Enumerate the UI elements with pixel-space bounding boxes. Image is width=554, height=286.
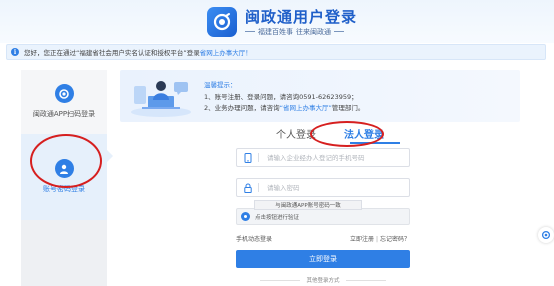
other-login-methods: 其他登录方式 (236, 276, 410, 284)
form-links: 手机动态登录 立即注册 | 忘记密码？ (236, 234, 410, 243)
active-indicator (107, 150, 113, 162)
forgot-password-link[interactable]: 忘记密码？ (380, 236, 410, 243)
phone-input[interactable] (267, 153, 407, 162)
login-button[interactable]: 立即登录 (236, 250, 410, 268)
mobile-phone-icon (243, 152, 253, 163)
register-link[interactable]: 立即注册 (350, 236, 374, 243)
password-tooltip: 与闽政通APP账号密码一致 (254, 200, 362, 210)
tips-line: 2、业务办理问题，请咨询“省网上办事大厅”管理部门。 (204, 104, 365, 112)
sidebar-item-password[interactable]: 账号密码登录 (21, 134, 107, 220)
notice-bar: i 您好，您正在通过“福建省社会用户实名认证和授权平台”登录 省网上办事大厅！ (6, 44, 546, 60)
notice-link[interactable]: 省网上办事大厅！ (200, 47, 252, 57)
site-logo: 闽政通用户登录 福建百姓事 往来闽政通 (207, 7, 357, 37)
lock-icon (243, 183, 253, 193)
tab-legal-login[interactable]: 法人登录 (344, 126, 384, 141)
password-field[interactable] (236, 178, 410, 197)
user-icon (54, 159, 74, 178)
float-service-button[interactable] (538, 227, 554, 243)
verify-button-icon[interactable] (241, 212, 250, 221)
support-illustration-icon (131, 81, 191, 117)
verify-slider[interactable]: 点击按钮进行验证 (236, 208, 410, 225)
login-type-tabs: 个人登录 法人登录 (276, 126, 406, 146)
tips-link[interactable]: “省网上办事大厅” (280, 104, 332, 112)
header-slogan: 福建百姓事 往来闽政通 (245, 27, 357, 37)
login-panel: 温馨提示： 1、账号注册、登录问题，请咨询0591-62623959； 2、业务… (120, 70, 540, 286)
app-logo-icon (54, 84, 74, 103)
sidebar-item-label: 账号密码登录 (43, 185, 85, 193)
phone-field[interactable] (236, 148, 410, 167)
page-title: 闽政通用户登录 (245, 7, 358, 26)
tips-box: 温馨提示： 1、账号注册、登录问题，请咨询0591-62623959； 2、业务… (120, 70, 520, 122)
mobile-login-link[interactable]: 手机动态登录 (236, 234, 272, 243)
tab-active-underline (350, 142, 400, 144)
tab-personal-login[interactable]: 个人登录 (276, 126, 316, 141)
sidebar-item-app-scan[interactable]: 闽政通APP扫码登录 (21, 70, 107, 134)
verify-text: 点击按钮进行验证 (255, 214, 300, 221)
notice-text: 您好，您正在通过“福建省社会用户实名认证和授权平台”登录 (24, 49, 200, 57)
password-input[interactable] (267, 183, 407, 192)
tips-line: 1、账号注册、登录问题，请咨询0591-62623959； (204, 93, 358, 101)
tips-title: 温馨提示： (204, 81, 237, 89)
sidebar-item-label: 闽政通APP扫码登录 (32, 110, 96, 118)
info-icon: i (11, 48, 19, 56)
login-method-sidebar: 闽政通APP扫码登录 账号密码登录 (21, 70, 107, 286)
other-login-label: 其他登录方式 (306, 278, 340, 284)
app-logo-icon (541, 230, 551, 240)
app-logo-icon (207, 7, 237, 37)
